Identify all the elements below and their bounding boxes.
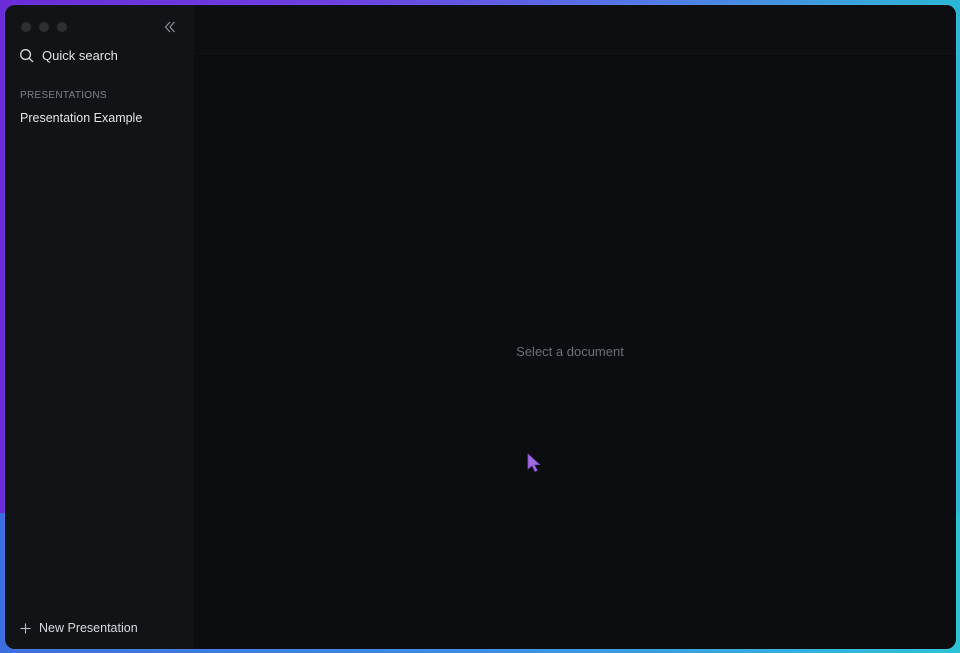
double-chevron-left-icon	[164, 21, 175, 33]
mouse-cursor-icon	[527, 453, 541, 478]
zoom-window-button[interactable]	[57, 22, 67, 32]
collapse-sidebar-button[interactable]	[163, 20, 179, 34]
sidebar-item-presentation-example[interactable]: Presentation Example	[20, 111, 142, 125]
minimize-window-button[interactable]	[39, 22, 49, 32]
app-window: Quick search PRESENTATIONS Presentation …	[5, 5, 956, 649]
search-icon	[20, 49, 34, 63]
main-content: Select a document	[194, 5, 956, 649]
new-presentation-label: New Presentation	[39, 621, 138, 635]
quick-search-label: Quick search	[42, 48, 118, 63]
sidebar: Quick search PRESENTATIONS Presentation …	[5, 5, 195, 649]
new-presentation-button[interactable]: New Presentation	[20, 621, 138, 635]
top-bar	[194, 5, 956, 54]
sidebar-item-label: Presentation Example	[20, 111, 143, 125]
close-window-button[interactable]	[21, 22, 31, 32]
window-controls	[21, 22, 67, 32]
plus-icon	[20, 622, 31, 634]
section-title-presentations: PRESENTATIONS	[20, 90, 107, 101]
empty-state-text: Select a document	[516, 344, 624, 359]
quick-search-button[interactable]: Quick search	[19, 48, 118, 63]
